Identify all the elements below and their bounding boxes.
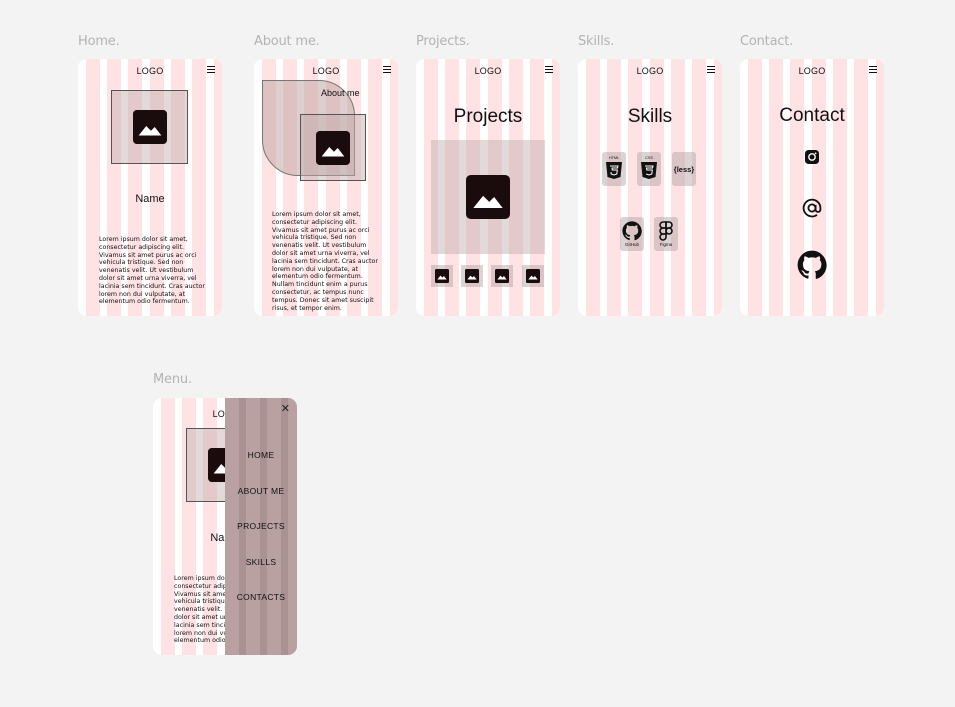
frame-projects: LOGO Projects [416,59,560,316]
css3-icon [641,162,657,179]
logo: LOGO [312,66,340,76]
at-sign-icon[interactable] [802,198,822,218]
hamburger-menu-icon[interactable] [207,66,215,73]
image-icon [133,110,167,144]
hamburger-menu-icon[interactable] [869,66,877,73]
frame-label-projects: Projects. [416,34,470,49]
github-icon[interactable] [797,250,827,280]
logo: LOGO [798,66,826,76]
nav-item-about[interactable]: ABOUT ME [225,486,297,496]
about-image-placeholder [300,114,366,181]
logo: LOGO [136,66,164,76]
image-icon [526,269,540,283]
nav-item-projects[interactable]: PROJECTS [225,521,297,531]
featured-project-image[interactable] [431,140,545,254]
hamburger-menu-icon[interactable] [545,66,553,73]
html5-icon [606,162,622,179]
frame-skills: LOGO Skills HTML CSS {less} GitHub Figma [578,59,722,316]
figma-icon [659,221,673,241]
name-heading: Name [135,193,165,205]
skill-html5[interactable]: HTML [602,152,626,186]
nav-item-skills[interactable]: SKILLS [225,557,297,567]
image-icon [466,175,510,219]
skill-less[interactable]: {less} [672,152,696,186]
instagram-icon[interactable] [805,150,819,164]
frame-contact: LOGO Contact [740,59,884,316]
image-icon [465,269,479,283]
github-caption: GitHub [624,242,639,247]
skill-figma[interactable]: Figma [654,217,678,251]
contact-title: Contact [779,105,845,126]
project-thumbnail[interactable] [461,265,483,287]
frame-home: LOGO Name Lorem ipsum dolor sit amet, co… [78,59,222,316]
frame-label-home: Home. [78,34,120,49]
frame-label-about: About me. [254,34,320,49]
image-icon [316,131,350,165]
image-icon [435,269,449,283]
hamburger-menu-icon[interactable] [707,66,715,73]
logo: LOGO [636,66,664,76]
profile-image-placeholder [111,90,188,164]
html-badge: HTML [608,156,620,160]
frame-label-contact: Contact. [740,34,794,49]
image-icon [495,269,509,283]
project-thumbnail[interactable] [522,265,544,287]
skill-github[interactable]: GitHub [620,217,644,251]
nav-item-home[interactable]: HOME [225,450,297,460]
about-heading: About me [321,88,360,98]
project-thumbnail[interactable] [431,265,453,287]
frame-label-menu: Menu. [153,372,192,387]
bio-text: Lorem ipsum dolor sit amet, consectetur … [99,236,205,306]
frame-about: LOGO About me Lorem ipsum dolor sit amet… [254,59,398,316]
hamburger-menu-icon[interactable] [383,66,391,73]
nav-drawer: ✕ HOME ABOUT ME PROJECTS SKILLS CONTACTS [225,398,297,655]
layout-grid [578,59,722,316]
css-badge: CSS [645,156,653,160]
skills-title: Skills [627,106,673,127]
skill-css3[interactable]: CSS [637,152,661,186]
figma-caption: Figma [659,242,673,247]
github-icon [622,221,642,241]
logo: LOGO [474,66,502,76]
frame-menu: LOGO Name Lorem ipsum dolor sit amet, co… [153,398,297,655]
close-icon[interactable]: ✕ [281,404,290,415]
project-thumbnail[interactable] [491,265,513,287]
projects-title: Projects [453,106,523,127]
nav-item-contacts[interactable]: CONTACTS [225,592,297,602]
frame-label-skills: Skills. [578,34,615,49]
less-icon: {less} [673,164,695,174]
about-text: Lorem ipsum dolor sit amet, consectetur … [272,211,378,312]
